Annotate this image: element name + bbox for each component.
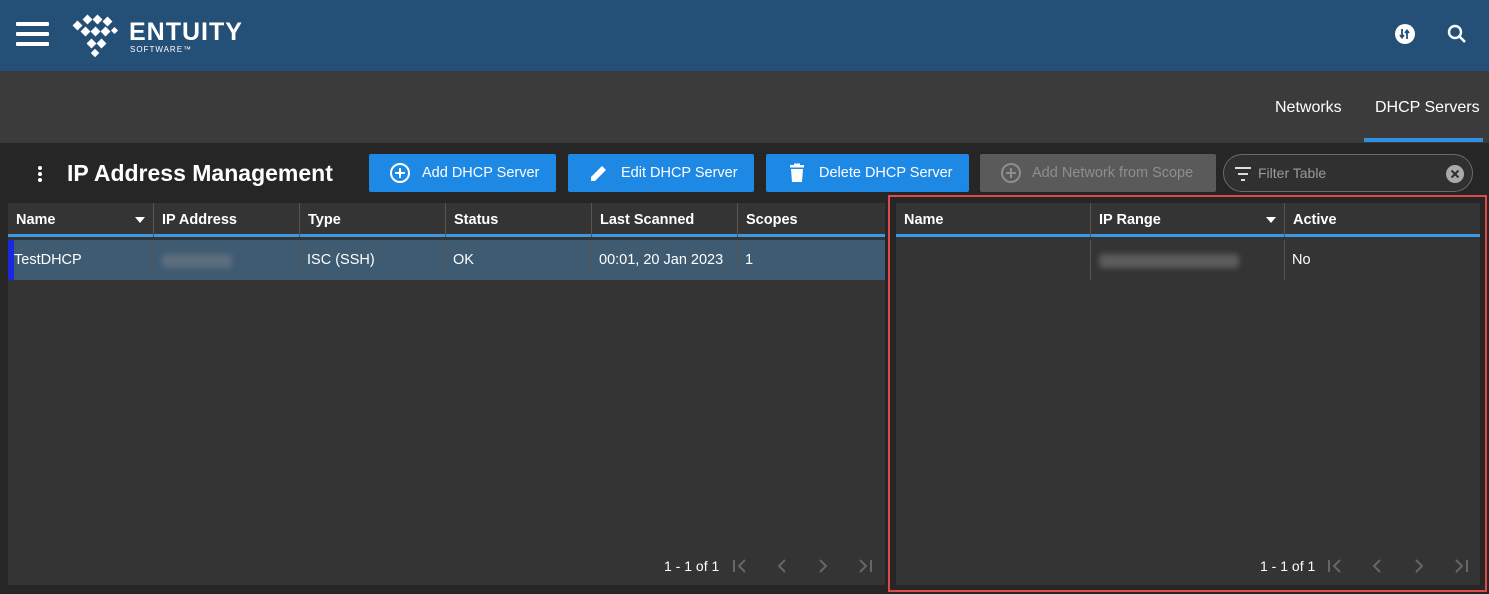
cell-scopes: 1 [745,252,754,268]
delete-trash-icon [790,163,804,182]
entuity-logo: ENTUITY SOFTWARE™ [72,14,242,58]
cell-ip-address [154,240,300,280]
add-dhcp-server-button[interactable]: Add DHCP Server [369,154,556,192]
table-header: Name IP Address Type Status Last Scanned… [8,203,885,237]
table-row-selected[interactable]: TestDHCP ISC (SSH) OK 00:01, 20 Jan 2023… [8,240,885,280]
column-header-status[interactable]: Status [446,203,592,237]
page-title: IP Address Management [67,160,333,186]
highlight-annotation-box [888,195,1487,592]
tab-dhcp-servers[interactable]: DHCP Servers [1375,99,1480,117]
tab-networks[interactable]: Networks [1275,99,1342,117]
column-header-type[interactable]: Type [300,203,446,237]
delete-dhcp-server-button[interactable]: Delete DHCP Server [766,154,969,192]
brand-sub: SOFTWARE™ [130,45,193,54]
edit-dhcp-server-button[interactable]: Edit DHCP Server [568,154,754,192]
add-circle-icon [1001,163,1021,183]
previous-page-icon[interactable] [773,557,791,575]
logo-mark-icon [72,14,119,58]
cell-last-scanned: 00:01, 20 Jan 2023 [592,240,738,280]
column-header-last-scanned[interactable]: Last Scanned [592,203,738,237]
filter-input[interactable] [1258,163,1438,183]
dhcp-servers-table: Name IP Address Type Status Last Scanned… [8,203,885,585]
active-tab-indicator [1364,138,1483,142]
sort-down-icon [135,217,145,223]
redacted-ip [162,254,232,268]
column-header-name[interactable]: Name [8,203,154,237]
column-label: Name [16,212,56,228]
edit-dhcp-server-label: Edit DHCP Server [621,165,738,181]
column-header-ip-address[interactable]: IP Address [154,203,300,237]
more-options-icon[interactable] [32,164,48,184]
search-icon[interactable] [1445,22,1469,46]
cell-status: OK [446,240,592,280]
add-network-from-scope-label: Add Network from Scope [1032,165,1194,181]
add-circle-icon [390,163,410,183]
cell-name: TestDHCP [8,240,154,280]
brand-name: ENTUITY [129,18,243,46]
add-network-from-scope-button[interactable]: Add Network from Scope [980,154,1216,192]
clear-icon[interactable] [1445,164,1465,184]
app-header: ENTUITY SOFTWARE™ [0,0,1489,71]
column-header-scopes[interactable]: Scopes [738,203,885,237]
edit-pencil-icon [591,166,606,181]
delete-dhcp-server-label: Delete DHCP Server [819,165,953,181]
menu-icon[interactable] [16,22,49,46]
last-page-icon[interactable] [856,557,874,575]
pagination-status: 1 - 1 of 1 [664,558,720,574]
next-page-icon[interactable] [814,557,832,575]
filter-icon [1235,167,1251,181]
first-page-icon[interactable] [731,557,749,575]
filter-table-field[interactable] [1223,154,1473,192]
add-dhcp-server-label: Add DHCP Server [422,165,540,181]
swap-icon[interactable] [1393,22,1417,46]
tab-bar: Networks DHCP Servers [0,71,1489,143]
cell-type: ISC (SSH) [300,240,446,280]
